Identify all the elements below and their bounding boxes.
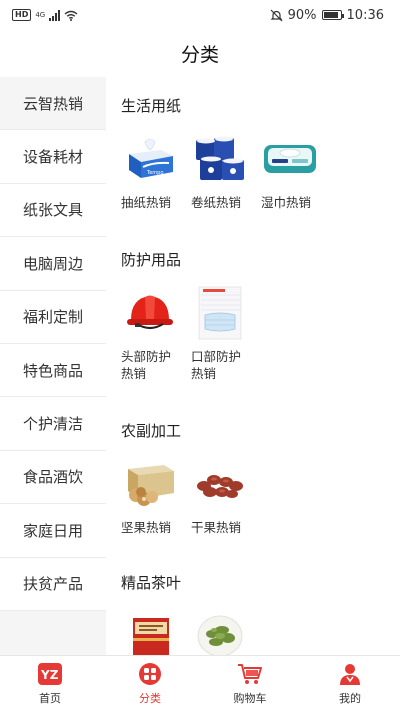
wifi-icon — [64, 10, 78, 21]
nav-label: 我的 — [339, 692, 361, 705]
product-name-line1: 口部防护 — [191, 349, 242, 364]
sidebar-item-label: 纸张文具 — [22, 201, 83, 220]
product-name: 卷纸热销 — [191, 195, 242, 210]
wet-wipes-icon — [261, 130, 319, 188]
mute-bell-icon — [270, 9, 283, 21]
product-name-line2: 热销 — [191, 366, 217, 381]
product-tile[interactable] — [191, 607, 251, 655]
sidebar-item-label: 家庭日用 — [22, 521, 83, 540]
page-title: 分类 — [180, 43, 219, 66]
product-name-two-line: 口部防护 热销 — [191, 348, 253, 382]
product-name: 抽纸热销 — [121, 195, 172, 210]
dried-fruit-icon — [191, 455, 249, 513]
status-right: 90% 10:36 — [270, 8, 384, 23]
sidebar-item-label: 扶贫产品 — [22, 575, 83, 594]
nuts-icon — [121, 455, 179, 513]
nav-label: 首页 — [39, 692, 61, 705]
sidebar-item-label: 食品酒饮 — [22, 468, 83, 487]
sidebar-item-computer[interactable]: 电脑周边 — [0, 237, 106, 291]
sidebar-item-label: 福利定制 — [22, 308, 83, 327]
sidebar-item-personal-care[interactable]: 个护清洁 — [0, 397, 106, 451]
product-name-line1: 头部防护 — [121, 349, 172, 364]
section-title: 精品茶叶 — [121, 574, 182, 592]
nav-home[interactable]: YZ 首页 — [0, 656, 100, 711]
nav-cart[interactable]: 购物车 — [200, 656, 300, 711]
product-tile[interactable]: 头部防护 热销 — [121, 284, 181, 382]
tea-box-icon — [121, 607, 179, 655]
product-tile[interactable] — [121, 607, 181, 655]
product-tile[interactable]: 坚果热销 — [121, 455, 181, 536]
nav-category[interactable]: 分类 — [100, 656, 200, 711]
sidebar-item-label: 特色商品 — [22, 361, 83, 380]
sidebar-item-equipment[interactable]: 设备耗材 — [0, 130, 106, 184]
svg-text:YZ: YZ — [40, 668, 59, 682]
signal-icon — [49, 9, 61, 21]
section-title: 农副加工 — [121, 422, 182, 440]
sidebar-item-label: 云智热销 — [22, 94, 83, 113]
sidebar-item-household[interactable]: 家庭日用 — [0, 504, 106, 558]
nav-label: 购物车 — [233, 692, 267, 705]
status-bar: HD 4G 90% 10:36 — [0, 0, 400, 30]
product-tile[interactable]: 干果热销 — [191, 455, 251, 536]
battery-icon — [321, 10, 344, 20]
bottom-nav: YZ 首页 分类 购物车 我的 — [0, 655, 400, 711]
sidebar-item-hot[interactable]: 云智热销 — [0, 77, 106, 131]
product-tile[interactable]: 湿巾热销 — [261, 130, 321, 211]
sidebar-item-poverty-relief[interactable]: 扶贫产品 — [0, 557, 106, 611]
battery-percent: 90% — [287, 7, 317, 23]
title-bar: 分类 — [0, 30, 400, 76]
nav-label: 分类 — [139, 692, 161, 705]
product-name: 坚果热销 — [121, 520, 172, 535]
hard-hat-icon — [121, 284, 179, 342]
section-title: 生活用纸 — [121, 97, 182, 115]
svg-text:Tempo: Tempo — [146, 170, 163, 176]
nav-profile[interactable]: 我的 — [300, 656, 400, 711]
category-icon — [137, 661, 163, 687]
product-name: 干果热销 — [191, 520, 242, 535]
hd-badge: HD — [12, 9, 32, 21]
network-label: 4G — [35, 11, 46, 19]
green-tea-icon — [191, 607, 249, 655]
clock: 10:36 — [346, 7, 384, 23]
product-tile[interactable]: 卷纸热销 — [191, 130, 251, 211]
product-name-line2: 热销 — [121, 366, 147, 381]
sidebar-item-food[interactable]: 食品酒饮 — [0, 450, 106, 505]
toilet-roll-icon — [191, 130, 249, 188]
sidebar-item-stationery[interactable]: 纸张文具 — [0, 183, 106, 238]
profile-icon — [337, 661, 363, 687]
product-name-two-line: 头部防护 热销 — [121, 348, 183, 382]
sidebar-item-special[interactable]: 特色商品 — [0, 343, 106, 398]
sidebar-item-custom[interactable]: 福利定制 — [0, 290, 106, 344]
face-mask-icon — [191, 284, 249, 342]
sidebar-item-label: 个护清洁 — [22, 415, 83, 434]
sidebar-item-label: 设备耗材 — [22, 148, 83, 167]
tissue-box-icon: Tempo — [121, 130, 179, 188]
cart-icon — [237, 661, 263, 687]
product-name: 湿巾热销 — [261, 195, 312, 210]
category-content: 生活用纸 Tempo 抽纸热销 卷纸热销 湿巾热销 防护用品 头部防护 热销 口… — [106, 77, 400, 655]
status-left: HD 4G — [12, 9, 78, 21]
home-logo-icon: YZ — [37, 661, 63, 687]
section-title: 防护用品 — [121, 251, 182, 269]
category-sidebar: 云智热销 设备耗材 纸张文具 电脑周边 福利定制 特色商品 个护清洁 食品酒饮 … — [0, 77, 106, 655]
product-tile[interactable]: Tempo 抽纸热销 — [121, 130, 181, 211]
sidebar-item-label: 电脑周边 — [22, 254, 83, 273]
product-tile[interactable]: 口部防护 热销 — [191, 284, 251, 382]
